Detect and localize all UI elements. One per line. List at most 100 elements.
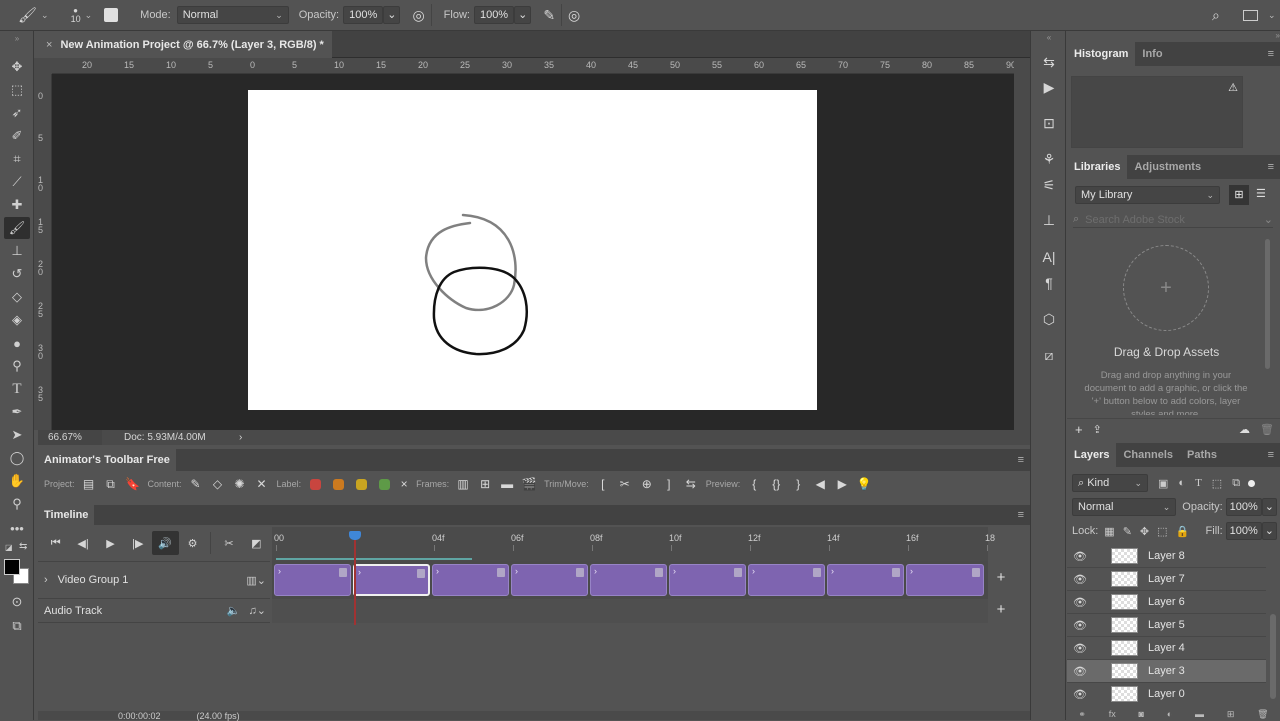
clip-expand-icon[interactable]: › bbox=[436, 566, 439, 576]
trash-icon[interactable]: 🗑 bbox=[1260, 423, 1274, 436]
flow-input[interactable]: 100% bbox=[473, 6, 515, 24]
next-frame-icon[interactable]: |▶ bbox=[124, 531, 151, 555]
bookmark-icon[interactable]: 🔖 bbox=[122, 477, 144, 491]
filter-toggle[interactable] bbox=[1248, 479, 1256, 487]
clip-options-icon[interactable] bbox=[339, 568, 347, 577]
playhead-handle[interactable] bbox=[349, 531, 361, 540]
canvas-workspace[interactable] bbox=[52, 74, 1014, 430]
tab-adjustments[interactable]: Adjustments bbox=[1127, 155, 1208, 179]
workspace-chevron-icon[interactable]: ⌄ bbox=[1268, 10, 1276, 21]
layer-row[interactable]: 👁 Layer 4 bbox=[1067, 637, 1266, 660]
insert-remove-frame-icon[interactable]: ▬ bbox=[496, 477, 518, 491]
clip-expand-icon[interactable]: › bbox=[673, 566, 676, 576]
grid-view-icon[interactable]: ⊞ bbox=[1229, 185, 1249, 205]
creative-cloud-icon[interactable]: ☁ bbox=[1239, 423, 1250, 436]
video-clip[interactable]: › bbox=[432, 564, 509, 596]
list-view-icon[interactable]: ☰ bbox=[1256, 187, 1266, 200]
actions-play-icon[interactable]: ▶ bbox=[1037, 76, 1061, 98]
marquee-tool-icon[interactable]: ⬚ bbox=[4, 79, 30, 101]
link-layers-icon[interactable]: ⚭ bbox=[1078, 709, 1086, 720]
lightbulb-icon[interactable]: 💡 bbox=[853, 477, 875, 491]
close-tab-icon[interactable]: × bbox=[46, 39, 52, 51]
expand-chevron-icon[interactable]: › bbox=[44, 574, 48, 586]
tab-libraries[interactable]: Libraries bbox=[1067, 155, 1128, 179]
layers-scrollbar[interactable] bbox=[1270, 614, 1276, 699]
tab-paths[interactable]: Paths bbox=[1180, 443, 1224, 467]
quick-mask-icon[interactable]: ⊙ bbox=[4, 591, 30, 613]
panel-menu-icon[interactable]: ≡ bbox=[1018, 454, 1024, 466]
visibility-eye-icon[interactable]: 👁 bbox=[1067, 642, 1093, 655]
pressure-size-icon[interactable]: ◎ bbox=[568, 7, 580, 24]
blend-mode-select[interactable]: Normal ⌄ bbox=[1072, 498, 1177, 516]
audio-track-header[interactable]: Audio Track 🔈 ♫⌄ bbox=[38, 599, 270, 623]
document-tab[interactable]: × New Animation Project @ 66.7% (Layer 3… bbox=[38, 31, 332, 58]
timeline-tab[interactable]: Timeline bbox=[38, 505, 95, 525]
brush-tool-icon[interactable]: 🖌 bbox=[18, 6, 37, 24]
foreground-color-swatch[interactable] bbox=[4, 559, 20, 575]
layer-row[interactable]: 👁 Layer 3 bbox=[1067, 660, 1266, 683]
artboard[interactable] bbox=[248, 90, 817, 410]
clip-options-icon[interactable] bbox=[813, 568, 821, 577]
onion-skin-icon[interactable]: ✺ bbox=[229, 477, 251, 491]
upload-icon[interactable]: ⇪ bbox=[1093, 423, 1102, 436]
clip-expand-icon[interactable]: › bbox=[831, 566, 834, 576]
healing-brush-tool-icon[interactable]: ✚ bbox=[4, 194, 30, 216]
lock-position-icon[interactable]: ✥ bbox=[1140, 525, 1149, 538]
audio-toggle-icon[interactable]: 🔊 bbox=[151, 531, 179, 555]
eyedropper-tool-icon[interactable]: ⟋ bbox=[4, 171, 30, 193]
step-back-icon[interactable]: ◀ bbox=[809, 477, 831, 491]
fx-icon[interactable]: fx bbox=[1109, 709, 1116, 720]
clip-options-icon[interactable] bbox=[576, 568, 584, 577]
stock-search[interactable]: ⌕ Search Adobe Stock ⌄ bbox=[1073, 212, 1273, 228]
move-playhead-icon[interactable]: ⊕ bbox=[636, 477, 658, 491]
video-clip[interactable]: › bbox=[353, 564, 430, 596]
vertical-ruler[interactable]: 0 5 10 15 20 25 30 35 bbox=[34, 74, 52, 430]
adjustment-layer-icon[interactable]: ◐ bbox=[1167, 709, 1172, 720]
clip-expand-icon[interactable]: › bbox=[910, 566, 913, 576]
lock-artboard-icon[interactable]: ⬚ bbox=[1157, 525, 1167, 538]
add-media-button[interactable]: + bbox=[990, 569, 1012, 586]
tab-info[interactable]: Info bbox=[1135, 42, 1169, 66]
opacity-dropdown-icon[interactable]: ⌄ bbox=[1261, 498, 1277, 516]
label-yellow-button[interactable] bbox=[356, 478, 368, 490]
lock-all-icon[interactable]: 🔒 bbox=[1176, 525, 1190, 538]
delete-layer-icon[interactable]: 🗑 bbox=[1257, 709, 1268, 720]
brush-size-chevron-icon[interactable]: ⌄ bbox=[85, 10, 93, 21]
panel-menu-icon[interactable]: ≡ bbox=[1268, 161, 1274, 173]
layer-row[interactable]: 👁 Layer 5 bbox=[1067, 614, 1266, 637]
ruler-origin[interactable] bbox=[34, 58, 52, 74]
film-frame-icon[interactable]: ▥ bbox=[452, 477, 474, 491]
audio-clips-area[interactable] bbox=[272, 599, 988, 623]
libraries-scrollbar[interactable] bbox=[1265, 239, 1270, 369]
add-audio-button[interactable]: + bbox=[990, 601, 1012, 618]
opacity-dropdown-icon[interactable]: ⌄ bbox=[383, 6, 401, 24]
workspace-icon[interactable] bbox=[1243, 9, 1258, 21]
animators-toolbar-tab[interactable]: Animator's Toolbar Free bbox=[38, 449, 176, 471]
layer-opacity-input[interactable]: 100% bbox=[1225, 498, 1262, 516]
split-scissors-icon[interactable]: ✂ bbox=[215, 531, 242, 555]
3d-icon[interactable]: ⊡ bbox=[1037, 112, 1061, 134]
video-clips-area[interactable]: › › › › › › › › › bbox=[272, 561, 988, 599]
brush-size-picker[interactable]: ● 10 bbox=[71, 6, 81, 24]
library-select[interactable]: My Library ⌄ bbox=[1075, 186, 1220, 204]
trim-start-icon[interactable]: [ bbox=[592, 477, 614, 491]
path-selection-tool-icon[interactable]: ➤ bbox=[4, 424, 30, 446]
fill-input[interactable]: 100% bbox=[1225, 522, 1262, 540]
clip-options-icon[interactable] bbox=[655, 568, 663, 577]
clip-expand-icon[interactable]: › bbox=[515, 566, 518, 576]
default-colors-icon[interactable]: ◪ bbox=[5, 543, 13, 552]
collapse-icon[interactable]: ✕ bbox=[251, 477, 273, 491]
tool-preset-chevron-icon[interactable]: ⌄ bbox=[41, 10, 49, 21]
quick-selection-tool-icon[interactable]: ✐ bbox=[4, 125, 30, 147]
visibility-eye-icon[interactable]: 👁 bbox=[1067, 688, 1093, 701]
dodge-tool-icon[interactable]: ⚲ bbox=[4, 355, 30, 377]
pressure-opacity-icon[interactable]: ◎ bbox=[412, 7, 424, 24]
character-icon[interactable]: A| bbox=[1037, 246, 1061, 268]
eraser-content-icon[interactable]: ◇ bbox=[207, 477, 229, 491]
label-red-button[interactable] bbox=[310, 478, 322, 490]
screen-mode-icon[interactable]: ⧉ bbox=[4, 615, 30, 637]
visibility-eye-icon[interactable]: 👁 bbox=[1067, 665, 1093, 678]
go-to-first-frame-icon[interactable]: ⏮ bbox=[42, 531, 69, 555]
visibility-eye-icon[interactable]: 👁 bbox=[1067, 573, 1093, 586]
clip-options-icon[interactable] bbox=[734, 568, 742, 577]
